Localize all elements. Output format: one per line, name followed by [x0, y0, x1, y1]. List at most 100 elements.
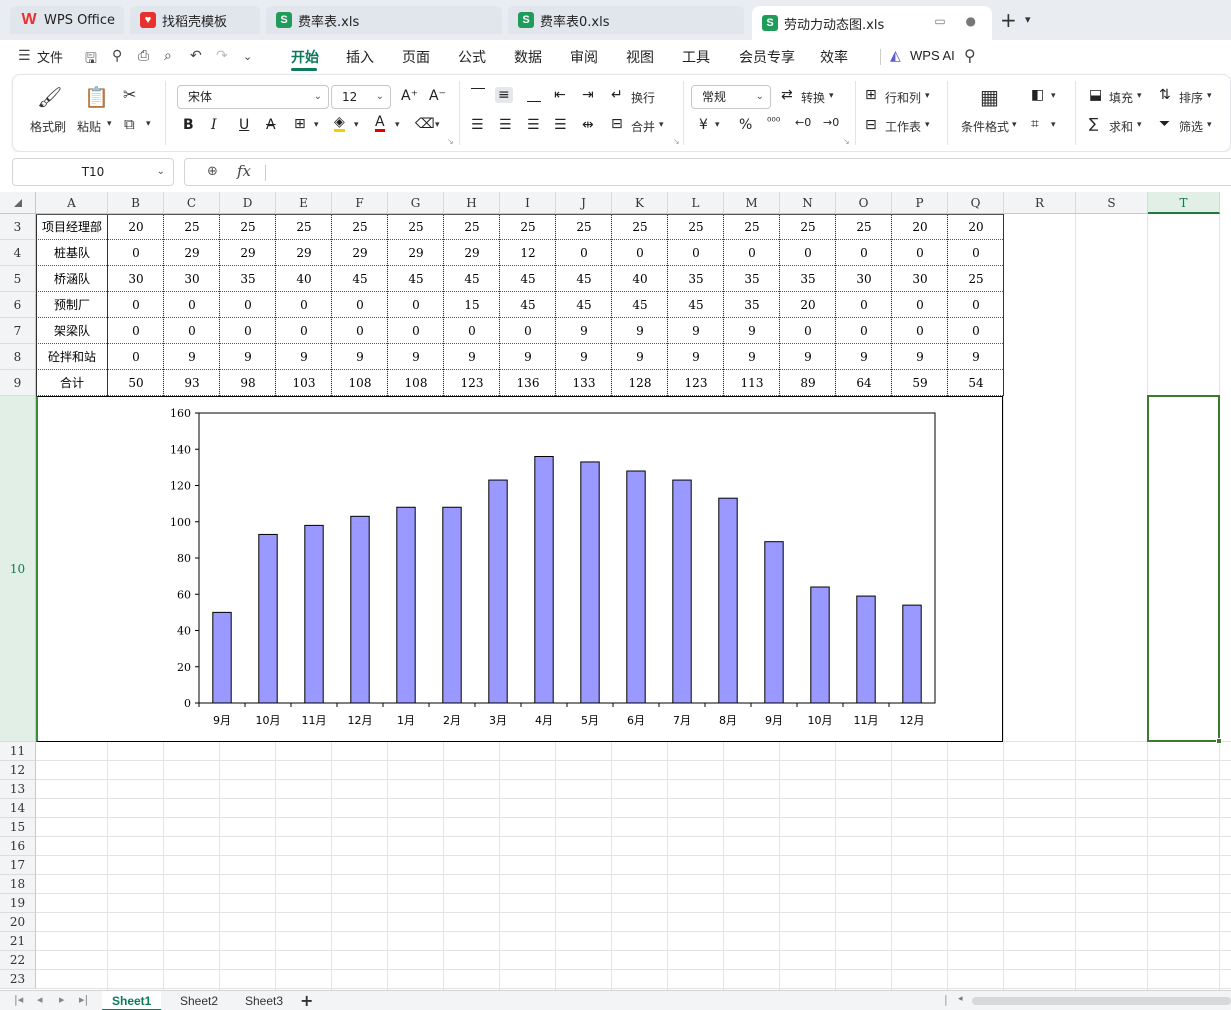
- value-cell[interactable]: 89: [780, 370, 836, 396]
- column-header-b[interactable]: B: [108, 192, 164, 214]
- value-cell[interactable]: 45: [332, 266, 388, 292]
- value-cell[interactable]: 25: [836, 214, 892, 240]
- value-cell[interactable]: 29: [220, 240, 276, 266]
- row-label-cell[interactable]: 桩基队: [36, 240, 108, 266]
- value-cell[interactable]: 9: [724, 318, 780, 344]
- menu-member[interactable]: 会员专享: [739, 47, 795, 67]
- value-cell[interactable]: 9: [948, 344, 1004, 370]
- value-cell[interactable]: 103: [276, 370, 332, 396]
- merge-button[interactable]: 合并: [631, 118, 655, 135]
- value-cell[interactable]: 20: [780, 292, 836, 318]
- value-cell[interactable]: 9: [556, 318, 612, 344]
- align-middle-icon[interactable]: ≡: [495, 87, 513, 103]
- column-header-t[interactable]: T: [1148, 192, 1220, 214]
- value-cell[interactable]: 9: [724, 344, 780, 370]
- value-cell[interactable]: 35: [724, 292, 780, 318]
- row-header-20[interactable]: 20: [0, 913, 36, 932]
- value-cell[interactable]: 98: [220, 370, 276, 396]
- chevron-down-icon[interactable]: ▾: [925, 120, 930, 130]
- decrease-decimal-icon[interactable]: →0: [823, 116, 839, 129]
- thousands-icon[interactable]: ⁰⁰⁰: [767, 115, 780, 128]
- value-cell[interactable]: 9: [388, 344, 444, 370]
- border-icon[interactable]: ⊞: [294, 116, 306, 132]
- row-header-4[interactable]: 4: [0, 240, 36, 266]
- freeze-icon[interactable]: ⌗: [1031, 116, 1039, 132]
- merge-icon[interactable]: ⊟: [611, 116, 623, 132]
- add-sheet-icon[interactable]: +: [300, 991, 313, 1010]
- column-header-m[interactable]: M: [724, 192, 780, 214]
- value-cell[interactable]: 30: [892, 266, 948, 292]
- value-cell[interactable]: 25: [780, 214, 836, 240]
- filter-icon[interactable]: ⏷: [1159, 116, 1170, 132]
- value-cell[interactable]: 45: [388, 266, 444, 292]
- sort-icon[interactable]: ⇅: [1159, 87, 1171, 103]
- align-top-icon[interactable]: ⎺: [471, 87, 485, 103]
- value-cell[interactable]: 0: [612, 240, 668, 266]
- value-cell[interactable]: 25: [500, 214, 556, 240]
- value-cell[interactable]: 64: [836, 370, 892, 396]
- worksheet-icon[interactable]: ⊟: [865, 117, 877, 133]
- row-header-5[interactable]: 5: [0, 266, 36, 292]
- labor-chart[interactable]: 0 20 40 60 80 100 120 140 160 9月 10月 11月 12月 1月 2月 3月 4月…: [36, 396, 1003, 742]
- value-cell[interactable]: 108: [332, 370, 388, 396]
- value-cell[interactable]: 25: [388, 214, 444, 240]
- font-color-icon[interactable]: A: [375, 115, 385, 132]
- row-header-12[interactable]: 12: [0, 761, 36, 780]
- clear-format-icon[interactable]: ⌫: [415, 116, 435, 132]
- value-cell[interactable]: 123: [444, 370, 500, 396]
- value-cell[interactable]: 25: [556, 214, 612, 240]
- chevron-down-icon[interactable]: ▾: [925, 91, 930, 101]
- bold-icon[interactable]: B: [183, 117, 194, 133]
- value-cell[interactable]: 0: [108, 240, 164, 266]
- value-cell[interactable]: 35: [668, 266, 724, 292]
- row-header-11[interactable]: 11: [0, 742, 36, 761]
- value-cell[interactable]: 45: [444, 266, 500, 292]
- value-cell[interactable]: 30: [108, 266, 164, 292]
- value-cell[interactable]: 9: [444, 344, 500, 370]
- tab-feilvbiao[interactable]: S 费率表.xls: [266, 6, 502, 34]
- value-cell[interactable]: 30: [836, 266, 892, 292]
- menu-insert[interactable]: 插入: [346, 47, 374, 67]
- column-header-n[interactable]: N: [780, 192, 836, 214]
- number-dialog-launcher-icon[interactable]: ↘: [843, 137, 850, 146]
- value-cell[interactable]: 0: [444, 318, 500, 344]
- value-cell[interactable]: 93: [164, 370, 220, 396]
- chevron-down-icon[interactable]: ⌄: [243, 50, 252, 63]
- row-label-cell[interactable]: 合计: [36, 370, 108, 396]
- value-cell[interactable]: 0: [108, 344, 164, 370]
- value-cell[interactable]: 25: [276, 214, 332, 240]
- italic-icon[interactable]: I: [211, 117, 217, 133]
- decrease-indent-icon[interactable]: ⇤: [554, 87, 566, 103]
- value-cell[interactable]: 133: [556, 370, 612, 396]
- row-header-9[interactable]: 9: [0, 370, 36, 396]
- column-header-e[interactable]: E: [276, 192, 332, 214]
- format-painter-button[interactable]: 格式刷: [30, 118, 66, 135]
- row-header-10[interactable]: 10: [0, 396, 36, 742]
- value-cell[interactable]: 0: [164, 318, 220, 344]
- value-cell[interactable]: 45: [556, 292, 612, 318]
- tab-feilvbiao0[interactable]: S 费率表0.xls: [508, 6, 744, 34]
- menu-review[interactable]: 审阅: [570, 47, 598, 67]
- underline-icon[interactable]: U: [239, 117, 249, 133]
- value-cell[interactable]: 35: [220, 266, 276, 292]
- value-cell[interactable]: 0: [780, 240, 836, 266]
- value-cell[interactable]: 0: [892, 240, 948, 266]
- value-cell[interactable]: 0: [892, 292, 948, 318]
- row-label-cell[interactable]: 预制厂: [36, 292, 108, 318]
- font-dialog-launcher-icon[interactable]: ↘: [447, 137, 454, 146]
- value-cell[interactable]: 35: [724, 266, 780, 292]
- chevron-down-icon[interactable]: ▾: [435, 120, 440, 130]
- value-cell[interactable]: 59: [892, 370, 948, 396]
- column-header-r[interactable]: R: [1004, 192, 1076, 214]
- value-cell[interactable]: 0: [332, 292, 388, 318]
- value-cell[interactable]: 25: [948, 266, 1004, 292]
- row-header-21[interactable]: 21: [0, 932, 36, 951]
- menu-formula[interactable]: 公式: [458, 47, 486, 67]
- column-header-s[interactable]: S: [1076, 192, 1148, 214]
- horizontal-scrollbar[interactable]: [972, 997, 1231, 1005]
- value-cell[interactable]: 0: [668, 240, 724, 266]
- fill-button[interactable]: 填充: [1109, 89, 1133, 106]
- value-cell[interactable]: 0: [388, 292, 444, 318]
- sum-button[interactable]: 求和: [1109, 118, 1133, 135]
- value-cell[interactable]: 29: [332, 240, 388, 266]
